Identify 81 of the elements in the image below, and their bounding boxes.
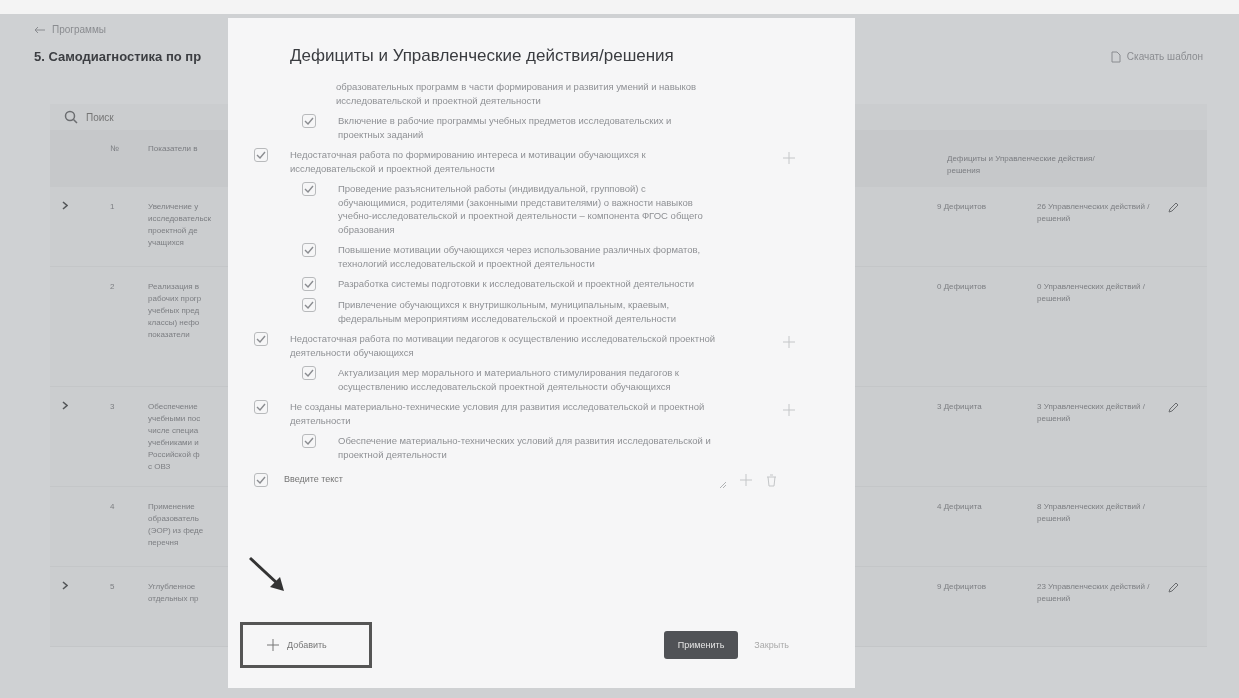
action-text: Проведение разъяснительной работы (индивидуальной, групповой) с обучающимися, родителями (законными представителями) о важности навыков учебно-исследовательской и проектной деятельности – компонента ФГОС общего образования: [338, 182, 704, 236]
action-text: Привлечение обучающихся к внутришкольным, муниципальным, краевым, федеральным мероприятиям исследовательской и проектной деятельности: [338, 298, 678, 325]
add-button[interactable]: Добавить: [245, 627, 367, 663]
checkbox[interactable]: [302, 182, 316, 196]
indicator-text: отдельных пр: [148, 593, 199, 605]
table-cell-text: 4: [110, 501, 116, 513]
indicator-text: перечня: [148, 537, 179, 549]
indicator-text: (ЭОР) из феде: [148, 525, 204, 537]
chevron-right-icon[interactable]: [62, 201, 68, 210]
checkbox[interactable]: [254, 332, 268, 346]
checkbox[interactable]: [302, 243, 316, 257]
checkbox[interactable]: [254, 148, 268, 162]
indicator-text: учащихся: [148, 237, 184, 249]
action-text: Разработка системы подготовки к исследовательской и проектной деятельности: [338, 277, 696, 291]
resize-handle-icon[interactable]: [720, 482, 726, 488]
indicator-text: учебными пос: [148, 413, 201, 425]
checkbox[interactable]: [302, 114, 316, 128]
table-cell-text: 1: [110, 201, 116, 213]
breadcrumb-link[interactable]: Программы: [52, 24, 107, 35]
deficits-link[interactable]: 0 Дефицитов: [937, 281, 1037, 386]
deficit-input-field[interactable]: Введите текст: [282, 472, 706, 488]
indicator-text: образователь: [148, 513, 199, 525]
deficit-text: Недостаточная работа по мотивации педагогов к осуществлению исследовательской проектной деятельности обучающихся: [290, 332, 717, 359]
column-header: Показатели в: [148, 144, 199, 153]
table-cell-text: 2: [110, 281, 116, 293]
actions-link[interactable]: 0 Управленческих действий / решений: [1037, 281, 1167, 386]
close-button[interactable]: Закрыть: [748, 639, 795, 651]
column-header: Дефициты и Управленческие действия/решения: [946, 153, 1096, 177]
indicator-text: учебных пред: [148, 305, 200, 317]
deficits-link[interactable]: 3 Дефицита: [937, 401, 1037, 486]
indicator-text: Обеспечение: [148, 401, 198, 413]
indicator-text: рабочих прогр: [148, 293, 202, 305]
back-arrow-icon[interactable]: [34, 25, 46, 34]
actions-link[interactable]: 3 Управленческих действий / решений: [1037, 401, 1167, 486]
page-title: 5. Самодиагностика по пр: [34, 49, 202, 64]
column-header: №: [110, 144, 120, 153]
indicator-text: Углубленное: [148, 581, 196, 593]
indicator-text: с ОВЗ: [148, 461, 171, 473]
actions-link[interactable]: 26 Управленческих действий / решений: [1037, 201, 1167, 266]
pencil-icon[interactable]: [1167, 401, 1180, 414]
action-text: Повышение мотивации обучающихся через использование различных форматов, технологий исследовательской и проектной деятельности: [338, 243, 702, 270]
checkbox[interactable]: [302, 298, 316, 312]
indicator-text: показатели: [148, 329, 190, 341]
modal-title: Дефициты и Управленческие действия/решения: [289, 46, 675, 66]
deficit-text: Не созданы материально-технические условия для развития исследовательской и проектной деятельности: [290, 400, 706, 427]
deficits-link[interactable]: 9 Дефицитов: [937, 581, 1037, 646]
actions-link[interactable]: 8 Управленческих действий / решений: [1037, 501, 1167, 566]
checkbox[interactable]: [302, 366, 316, 380]
download-template-button[interactable]: Скачать шаблон: [1104, 49, 1209, 64]
action-text: образовательных программ в части формирования и развития умений и навыков исследовательской и проектной деятельности: [336, 80, 698, 107]
deficits-link[interactable]: 4 Дефицита: [937, 501, 1037, 566]
checkbox[interactable]: [254, 400, 268, 414]
indicator-text: учебниками и: [148, 437, 199, 449]
indicator-text: исследовательск: [148, 213, 212, 225]
apply-button[interactable]: Применить: [663, 631, 739, 659]
pencil-icon[interactable]: [1167, 581, 1180, 594]
indicator-text: Реализация в: [148, 281, 199, 293]
table-cell-text: 5: [110, 581, 116, 593]
search-icon: [64, 110, 78, 124]
checkbox[interactable]: [302, 277, 316, 291]
search-field[interactable]: Поиск: [84, 110, 188, 124]
indicator-text: числе специа: [148, 425, 199, 437]
deficits-link[interactable]: 9 Дефицитов: [937, 201, 1037, 266]
indicator-text: Применение: [148, 501, 195, 513]
deficit-text: Недостаточная работа по формированию интереса и мотивации обучающихся к исследовательской и проектной деятельности: [290, 148, 647, 175]
action-text: Включение в рабочие программы учебных предметов исследовательских и проектных заданий: [338, 114, 673, 141]
checkbox[interactable]: [254, 473, 268, 487]
actions-link[interactable]: 23 Управленческих действий / решений: [1037, 581, 1167, 646]
indicator-text: классы) нефо: [148, 317, 200, 329]
indicator-text: Увеличение у: [148, 201, 199, 213]
chevron-right-icon[interactable]: [62, 401, 68, 410]
chevron-right-icon[interactable]: [62, 581, 68, 590]
indicator-text: проектной де: [148, 225, 198, 237]
pencil-icon[interactable]: [1167, 201, 1180, 214]
indicator-text: Российской ф: [148, 449, 200, 461]
action-text: Актуализация мер морального и материального стимулирования педагогов к осуществлению исследовательской проектной деятельности обучающихся: [338, 366, 680, 393]
action-text: Обеспечение материально-технических условий для развития исследовательской и проектной деятельности: [338, 434, 712, 461]
table-cell-text: 3: [110, 401, 116, 413]
document-icon: [1110, 50, 1121, 63]
checkbox[interactable]: [302, 434, 316, 448]
plus-icon: [267, 639, 279, 651]
